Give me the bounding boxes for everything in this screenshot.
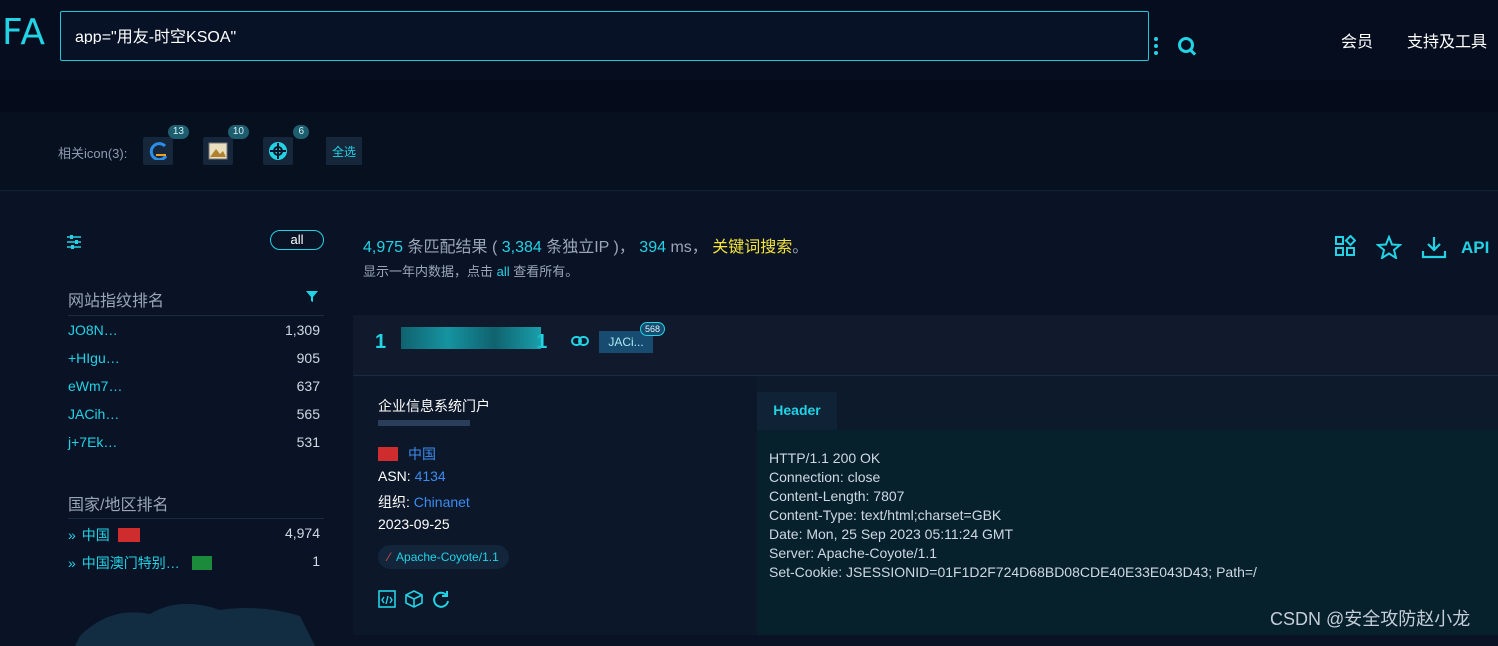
fingerprint-row[interactable]: j+7Ek… 531 — [68, 434, 320, 450]
sliders-icon[interactable] — [66, 235, 82, 249]
header-line: Server: Apache-Coyote/1.1 — [769, 545, 938, 561]
china-flag-icon — [378, 447, 398, 461]
result-subtext: 显示一年内数据，点击 all 查看所有。 — [363, 264, 579, 279]
top-bar: FA 会员 支持及工具 — [0, 0, 1498, 80]
header-line: HTTP/1.1 200 OK — [769, 450, 881, 466]
china-flag-icon — [117, 528, 140, 542]
result-card-info: 企业信息系统门户 中国 ASN: 4134 组织: Chinanet 2023-… — [353, 376, 757, 635]
nav-member[interactable]: 会员 — [1341, 28, 1373, 52]
chevron-right-icon: » — [68, 527, 76, 543]
related-icon-globe[interactable]: 6 — [263, 125, 309, 165]
link-icon[interactable] — [571, 336, 589, 346]
logo[interactable]: FA — [2, 12, 46, 53]
fingerprint-tag[interactable]: JACi... 568 — [599, 322, 665, 353]
related-icon-swirl[interactable]: 13 — [143, 125, 189, 165]
fingerprint-row[interactable]: JO8N… 1,309 — [68, 322, 320, 338]
country-rank-title: 国家/地区排名 — [68, 497, 169, 514]
world-map — [75, 603, 315, 646]
date-info: 2023-09-25 — [378, 516, 450, 532]
header-line: Date: Mon, 25 Sep 2023 05:11:24 GMT — [769, 526, 1014, 542]
result-summary: 4,975 条匹配结果 ( 3,384 条独立IP )， 394 ms， 关键词… — [363, 239, 809, 256]
related-icons-row: 相关icon(3): 13 10 6 全选 — [0, 112, 1498, 191]
watermark: CSDN @安全攻防赵小龙 — [1270, 609, 1471, 629]
fingerprint-rank-title: 网站指纹排名 — [68, 293, 165, 310]
landscape-image-icon — [208, 142, 228, 160]
search-input[interactable] — [75, 26, 1055, 44]
nav-tools[interactable]: 支持及工具 — [1407, 28, 1487, 52]
feather-icon: ⁄ — [388, 550, 391, 564]
results-area: 4,975 条匹配结果 ( 3,384 条独立IP )， 394 ms， 关键词… — [338, 191, 1498, 635]
all-toggle-button[interactable]: all — [270, 230, 324, 250]
fingerprint-row[interactable]: +HIgu… 905 — [68, 350, 320, 366]
country-row-china[interactable]: » 中国 4,974 — [68, 525, 320, 545]
header-line: Content-Length: 7807 — [769, 488, 905, 504]
fingerprint-row[interactable]: eWm7… 637 — [68, 378, 320, 394]
header-line: Connection: close — [769, 469, 881, 485]
result-card-detail: Header HTTP/1.1 200 OK Connection: close… — [757, 376, 1498, 635]
icon-count-badge: 10 — [227, 125, 249, 139]
related-icon-image[interactable]: 10 — [203, 125, 249, 165]
divider — [68, 518, 324, 519]
keyword-search-link[interactable]: 关键词搜索 — [712, 239, 792, 256]
chevron-right-icon: » — [68, 555, 76, 571]
select-all-button[interactable]: 全选 — [326, 137, 362, 165]
filter-icon[interactable] — [305, 290, 319, 303]
asn-info: ASN: 4134 — [378, 468, 446, 484]
swirl-logo-icon — [149, 142, 168, 160]
redacted-ip — [401, 327, 541, 349]
country-row-macau[interactable]: » 中国澳门特别… 1 — [68, 553, 320, 573]
api-button[interactable]: API — [1461, 238, 1489, 258]
macau-flag-icon — [191, 556, 212, 570]
all-link[interactable]: all — [497, 264, 510, 279]
related-icons-label: 相关icon(3): — [58, 146, 128, 161]
org-link[interactable]: Chinanet — [414, 494, 470, 510]
country-info[interactable]: 中国 — [378, 444, 436, 464]
grid-view-icon[interactable] — [1334, 235, 1356, 257]
globe-logo-icon — [269, 142, 287, 160]
header-line: Set-Cookie: JSESSIONID=01F1D2F724D68BD08… — [769, 564, 1257, 580]
org-info: 组织: Chinanet — [378, 494, 470, 510]
icon-count-badge: 6 — [293, 125, 309, 139]
asn-link[interactable]: 4134 — [415, 468, 446, 484]
code-icon[interactable] — [378, 590, 396, 608]
server-tag[interactable]: ⁄ Apache-Coyote/1.1 — [378, 545, 509, 569]
fingerprint-row[interactable]: JACih… 565 — [68, 406, 320, 422]
redacted-domain — [378, 420, 470, 426]
sidebar: all 网站指纹排名 JO8N… 1,309 +HIgu… 905 eWm7… 637… — [0, 191, 338, 646]
refresh-icon[interactable] — [432, 590, 450, 608]
search-icon[interactable] — [1178, 37, 1194, 53]
tab-header[interactable]: Header — [757, 392, 837, 432]
site-title[interactable]: 企业信息系统门户 — [378, 396, 490, 416]
search-box[interactable] — [60, 11, 1194, 61]
icon-count-badge: 13 — [167, 125, 189, 139]
divider — [68, 315, 324, 316]
result-card-header: 11 JACi... 568 — [353, 315, 1498, 376]
download-icon[interactable] — [1421, 235, 1447, 259]
more-options-icon[interactable] — [1154, 37, 1158, 58]
sub-band — [0, 80, 1498, 113]
star-icon[interactable] — [1376, 235, 1402, 259]
header-line: Content-Type: text/html;charset=GBK — [769, 507, 1002, 523]
cube-icon[interactable] — [405, 590, 423, 608]
